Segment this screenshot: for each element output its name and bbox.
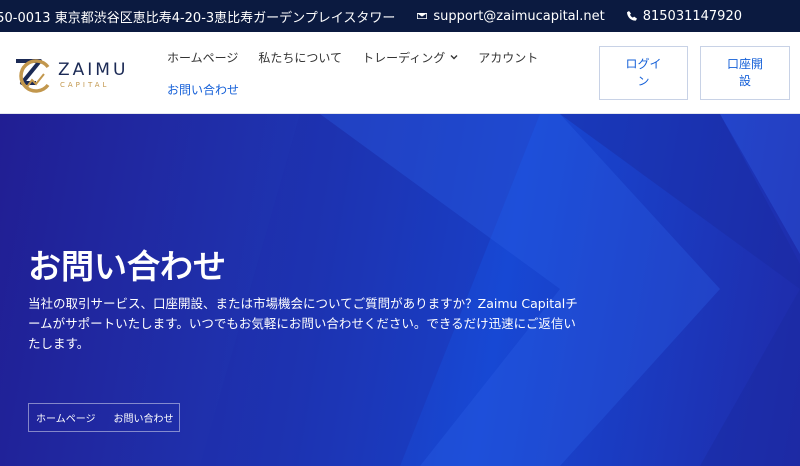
- hero-description: 当社の取引サービス、口座開設、または市場機会についてご質問がありますか？Zaim…: [28, 296, 578, 351]
- login-button-label: ログイン: [625, 57, 662, 88]
- nav-item-home[interactable]: ホームページ: [167, 49, 238, 66]
- nav-item-label: 私たちについて: [258, 50, 343, 65]
- breadcrumb-home-link[interactable]: ホームページ: [36, 410, 96, 425]
- phone-icon: [626, 11, 637, 21]
- logo-brand-text: ZAIMU: [58, 59, 129, 80]
- nav-item-trading[interactable]: トレーディング: [362, 49, 458, 66]
- address-info: 〒150-0013 東京都渋谷区恵比寿4-20-3恵比寿ガーデンプレイスタワー: [0, 7, 395, 26]
- main-nav: ホームページ 私たちについて トレーディング アカウント お問い合わせ: [167, 48, 587, 98]
- logo-sub-text: CAPITAL: [60, 80, 110, 89]
- phone-info[interactable]: 815031147920: [626, 9, 742, 24]
- site-logo[interactable]: ZAIMU CAPITAL: [10, 50, 150, 98]
- nav-item-label: アカウント: [478, 50, 539, 65]
- nav-item-about[interactable]: 私たちについて: [258, 49, 342, 66]
- page-title: お問い合わせ: [28, 247, 226, 286]
- open-account-button-label: 口座開設: [726, 57, 763, 88]
- address-text: 〒150-0013 東京都渋谷区恵比寿4-20-3恵比寿ガーデンプレイスタワー: [0, 10, 396, 26]
- open-account-button[interactable]: 口座開設: [700, 46, 790, 100]
- breadcrumb: ホームページ お問い合わせ: [28, 403, 180, 432]
- chevron-down-icon: [450, 55, 458, 60]
- nav-item-contact[interactable]: お問い合わせ: [167, 81, 239, 98]
- nav-item-label: トレーディング: [362, 50, 446, 65]
- breadcrumb-current: お問い合わせ: [113, 414, 174, 425]
- site-header: ZAIMU CAPITAL ホームページ 私たちについて トレーディング アカウ…: [0, 32, 800, 114]
- top-info-bar: 〒150-0013 東京都渋谷区恵比寿4-20-3恵比寿ガーデンプレイスタワー …: [0, 0, 800, 32]
- zaimu-logo-icon: [16, 59, 50, 93]
- nav-item-label: ホームページ: [167, 50, 239, 65]
- contact-hero: お問い合わせ 当社の取引サービス、口座開設、または市場機会についてご質問がありま…: [0, 114, 800, 466]
- nav-item-label: お問い合わせ: [167, 82, 240, 97]
- nav-item-account[interactable]: アカウント: [478, 49, 538, 66]
- email-info[interactable]: support@zaimucapital.net: [417, 9, 605, 24]
- envelope-icon: [417, 13, 428, 19]
- phone-link[interactable]: 815031147920: [643, 9, 742, 24]
- login-button[interactable]: ログイン: [599, 46, 688, 100]
- email-link[interactable]: support@zaimucapital.net: [433, 9, 604, 24]
